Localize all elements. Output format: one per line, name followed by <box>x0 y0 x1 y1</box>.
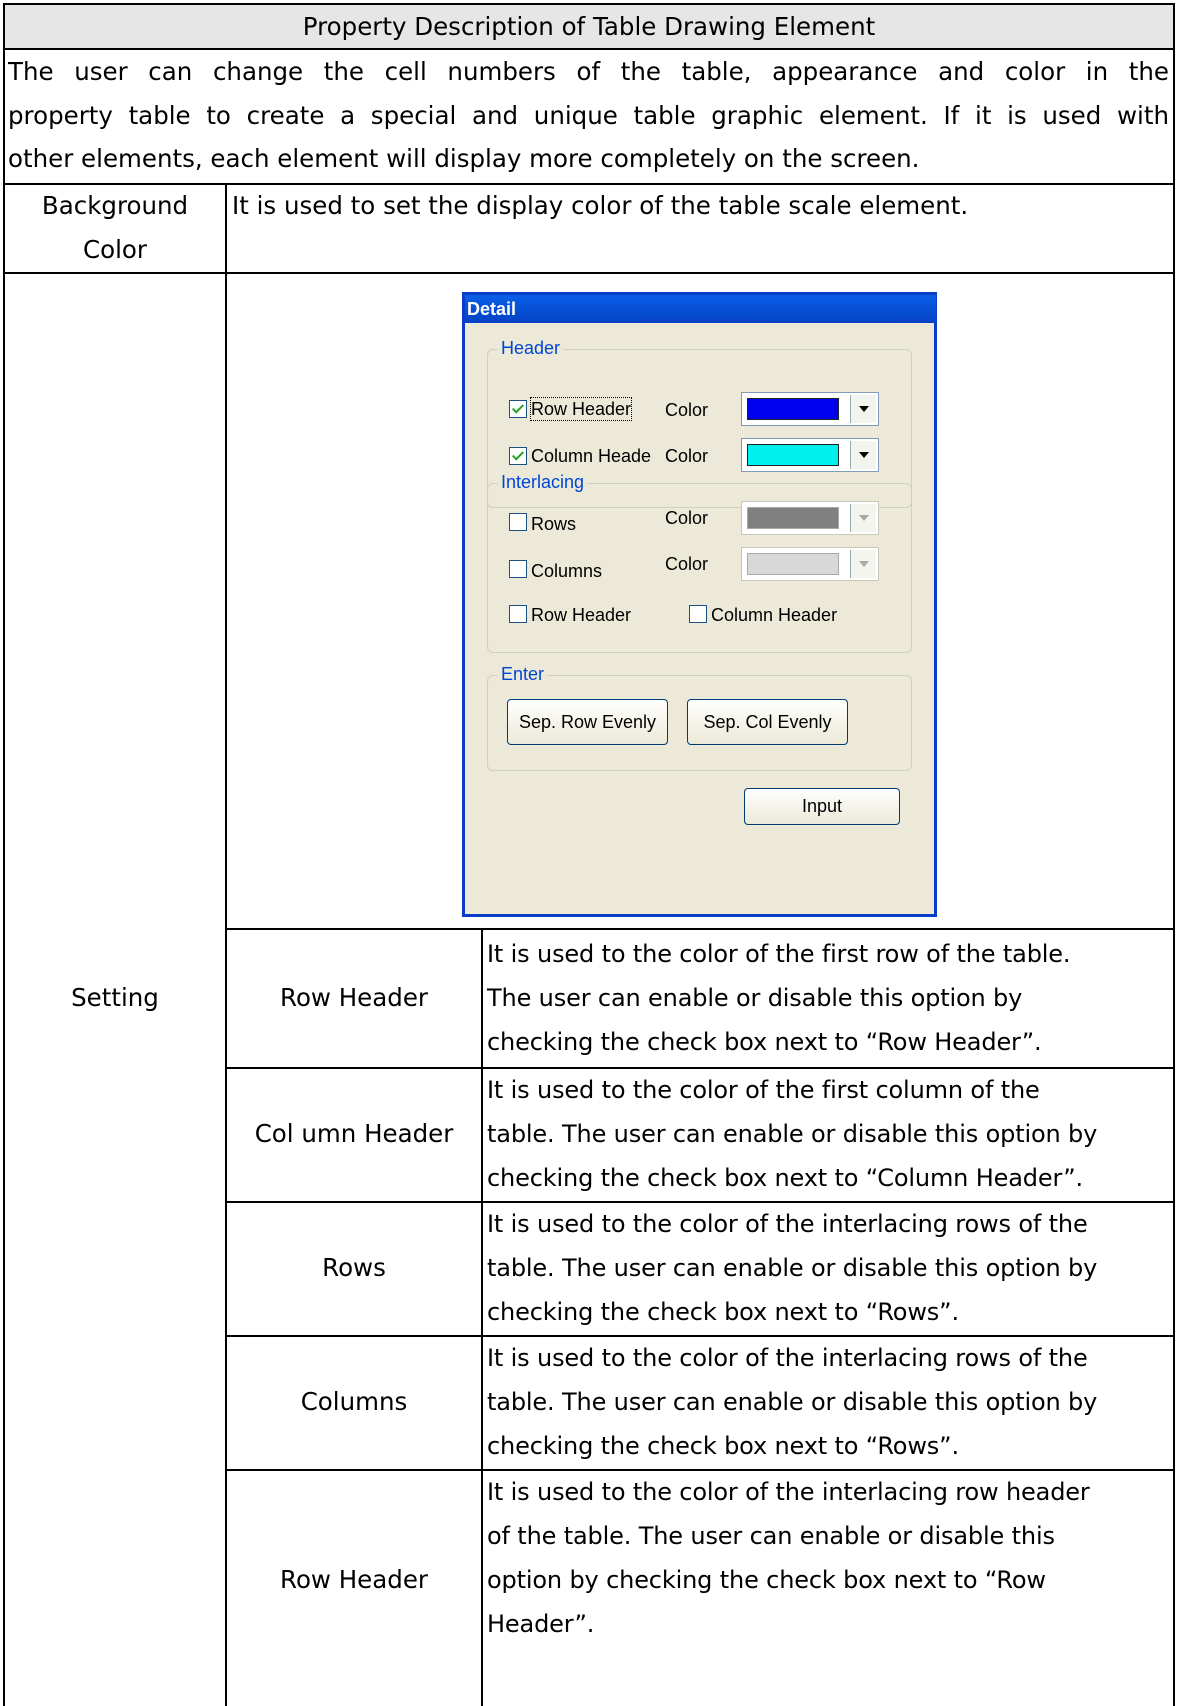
setting-name-columns: Columns <box>300 1387 408 1416</box>
interlace-column-header-checkbox[interactable] <box>689 605 707 623</box>
header-group-label: Header <box>498 337 564 359</box>
document-page: Property Description of Table Drawing El… <box>0 0 1189 1706</box>
rows-color-label: Color <box>665 508 709 528</box>
row-header-color-picker[interactable] <box>741 392 879 426</box>
columns-label[interactable]: Columns <box>531 560 602 582</box>
setting-desc-rows-3: checking the check box next to “Rows”. <box>487 1298 959 1326</box>
setting-name-row-header: Row Header <box>280 983 428 1012</box>
setting-name-rows: Rows <box>322 1253 386 1282</box>
sep-row-evenly-button[interactable]: Sep. Row Evenly <box>507 699 668 745</box>
setting-desc-interlace-row-header-4: Header”. <box>487 1610 595 1638</box>
detail-dialog: Detail Header Row Header Color Column He… <box>462 292 937 917</box>
column-header-color-swatch <box>747 444 839 466</box>
setting-name-interlace-row-header: Row Header <box>280 1565 428 1594</box>
setting-desc-row-header-1: It is used to the color of the first row… <box>487 940 1071 968</box>
setting-desc-columns-1: It is used to the color of the interlaci… <box>487 1344 1088 1372</box>
column-header-color-label: Color <box>665 446 709 466</box>
interlace-column-header-label[interactable]: Column Header <box>711 604 837 626</box>
rule-background <box>3 272 1175 274</box>
setting-desc-columns-2: table. The user can enable or disable th… <box>487 1388 1098 1416</box>
dialog-titlebar: Detail <box>465 295 936 323</box>
setting-desc-interlace-row-header-2: of the table. The user can enable or dis… <box>487 1522 1055 1550</box>
table-title: Property Description of Table Drawing El… <box>302 12 876 41</box>
setting-desc-row-header-2: The user can enable or disable this opti… <box>487 984 1023 1012</box>
columns-color-picker[interactable] <box>741 547 879 581</box>
setting-desc-interlace-row-header-1: It is used to the color of the interlaci… <box>487 1478 1090 1506</box>
chevron-down-icon[interactable] <box>850 550 876 578</box>
interlace-row-header-label[interactable]: Row Header <box>531 604 631 626</box>
row-header-label[interactable]: Row Header <box>529 397 633 421</box>
enter-group-label: Enter <box>498 663 548 685</box>
setting-label: Setting <box>71 983 159 1012</box>
col-divider-2 <box>481 929 483 1706</box>
col-divider-1 <box>225 183 227 1706</box>
rows-checkbox[interactable] <box>509 513 527 531</box>
sep-col-evenly-button[interactable]: Sep. Col Evenly <box>687 699 848 745</box>
rows-label[interactable]: Rows <box>531 513 576 535</box>
setting-name-column-header: Col umn Header <box>254 1119 454 1148</box>
columns-color-swatch <box>747 553 839 575</box>
chevron-down-icon[interactable] <box>850 441 876 469</box>
interlacing-group-label: Interlacing <box>498 471 588 493</box>
row-header-checkbox[interactable] <box>509 400 527 418</box>
column-header-checkbox[interactable] <box>509 447 527 465</box>
input-button[interactable]: Input <box>744 788 900 825</box>
setting-desc-rows-2: table. The user can enable or disable th… <box>487 1254 1098 1282</box>
rule-image <box>225 928 1175 930</box>
chevron-down-icon[interactable] <box>850 395 876 423</box>
setting-desc-columns-3: checking the check box next to “Rows”. <box>487 1432 959 1460</box>
setting-desc-rows-1: It is used to the color of the interlaci… <box>487 1210 1088 1238</box>
setting-desc-column-header-3: checking the check box next to “Column H… <box>487 1164 1083 1192</box>
columns-checkbox[interactable] <box>509 560 527 578</box>
column-header-color-picker[interactable] <box>741 438 879 472</box>
column-header-label[interactable]: Column Heade <box>531 445 651 467</box>
background-color-label-2: Color <box>83 235 147 264</box>
rows-color-picker[interactable] <box>741 501 879 535</box>
row-header-color-swatch <box>747 398 839 420</box>
background-color-description: It is used to set the display color of t… <box>232 191 969 220</box>
background-color-label-1: Background <box>41 191 189 220</box>
row-header-color-label: Color <box>665 400 709 420</box>
setting-desc-column-header-2: table. The user can enable or disable th… <box>487 1120 1098 1148</box>
rows-color-swatch <box>747 507 839 529</box>
table-border-right <box>1173 3 1175 1706</box>
setting-desc-interlace-row-header-3: option by checking the check box next to… <box>487 1566 1046 1594</box>
interlace-row-header-checkbox[interactable] <box>509 605 527 623</box>
intro-line-2: property table to create a special and u… <box>8 101 1169 130</box>
columns-color-label: Color <box>665 554 709 574</box>
setting-desc-row-header-3: checking the check box next to “Row Head… <box>487 1028 1042 1056</box>
intro-line-3: other elements, each element will displa… <box>8 144 920 173</box>
intro-line-1: The user can change the cell numbers of … <box>8 57 1169 86</box>
setting-desc-column-header-1: It is used to the color of the first col… <box>487 1076 1040 1104</box>
chevron-down-icon[interactable] <box>850 504 876 532</box>
